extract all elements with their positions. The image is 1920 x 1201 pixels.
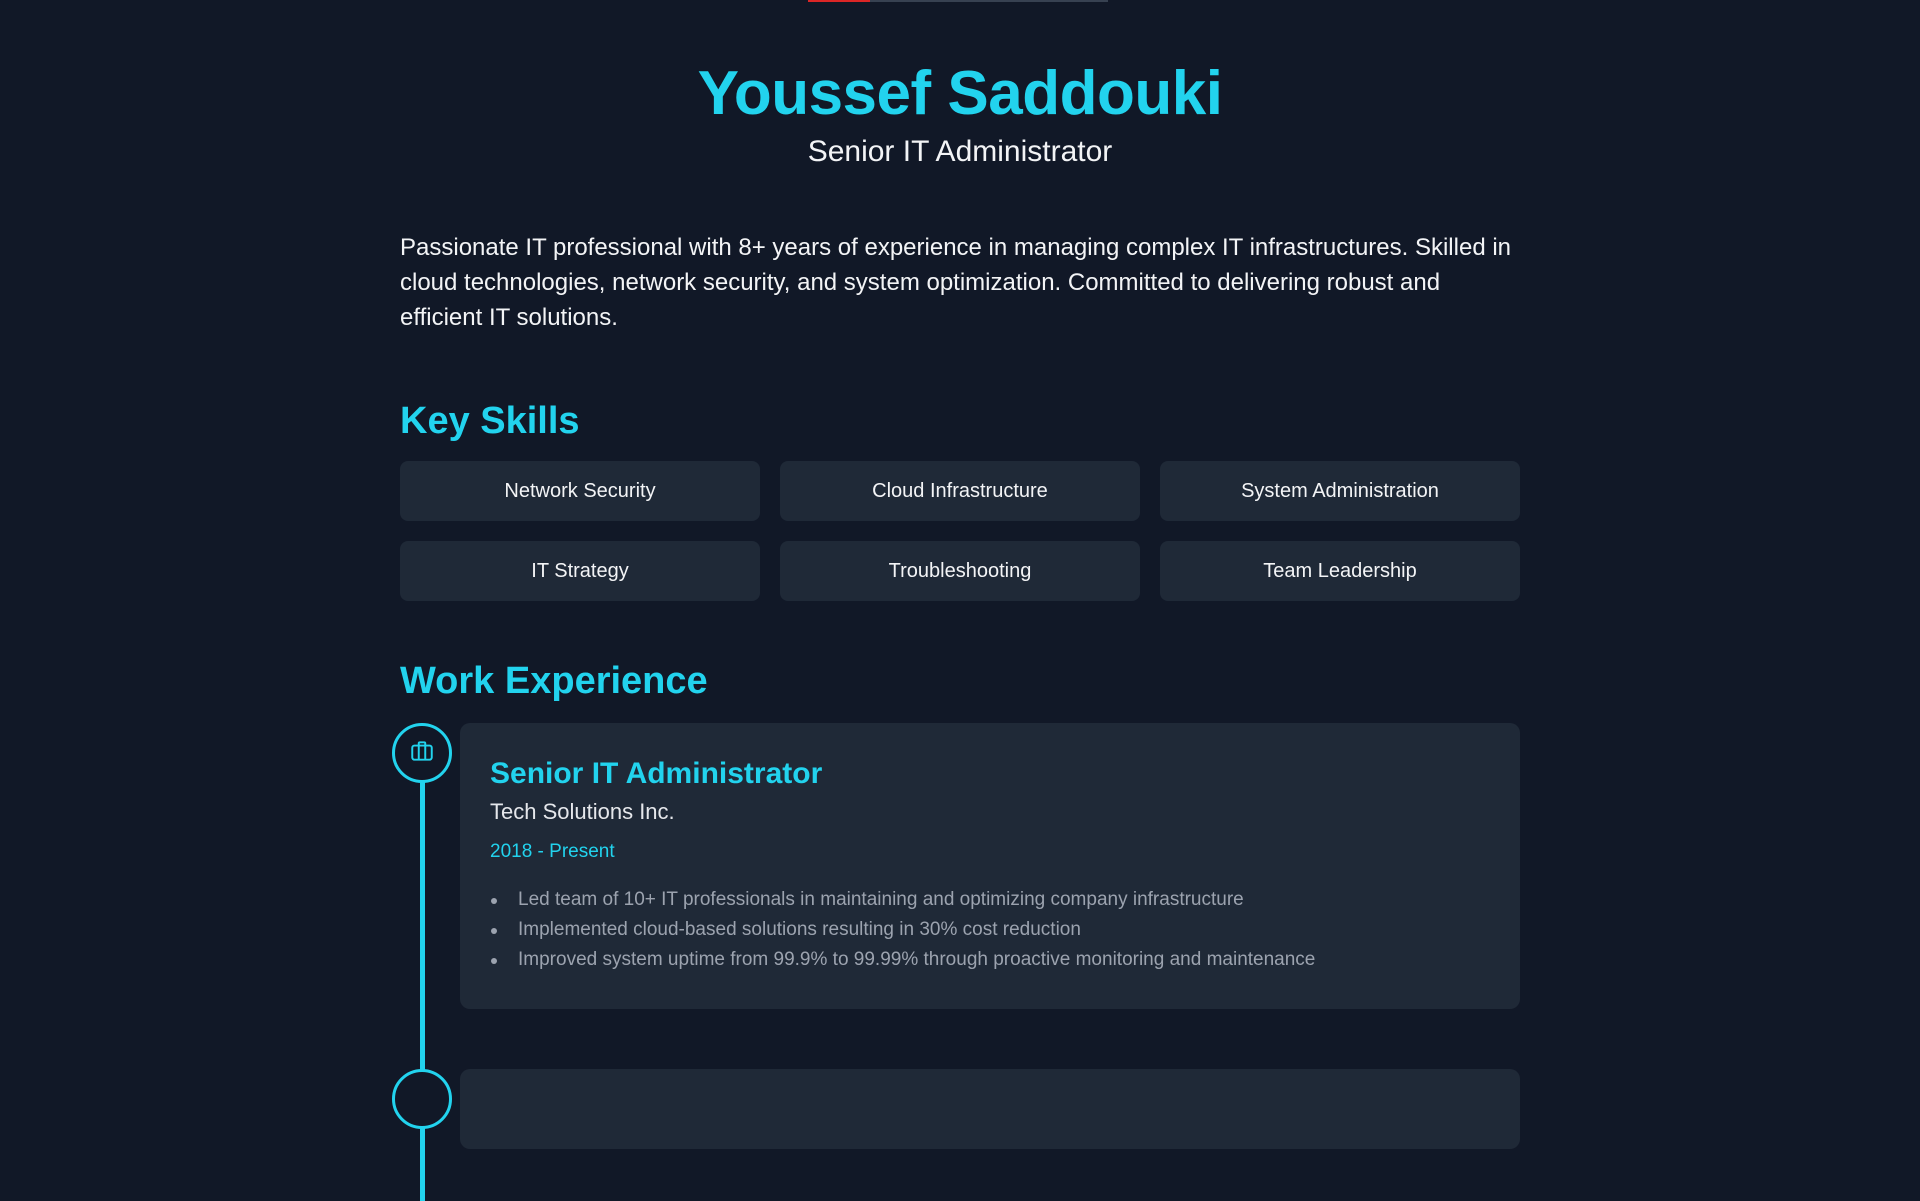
timeline-marker-next (392, 1069, 452, 1129)
person-name: Youssef Saddouki (697, 59, 1223, 128)
briefcase-icon (409, 738, 435, 769)
skill-chip: Team Leadership (1160, 541, 1520, 601)
timeline-line (420, 781, 425, 1201)
work-section-title: Work Experience (400, 660, 708, 702)
skill-chip: IT Strategy (400, 541, 760, 601)
work-timeline: Senior IT Administrator Tech Solutions I… (392, 723, 1520, 1201)
job-achievements: Led team of 10+ IT professionals in main… (490, 885, 1490, 975)
skill-chip: Cloud Infrastructure (780, 461, 1140, 521)
job-card: Senior IT Administrator Tech Solutions I… (460, 723, 1520, 1009)
job-company: Tech Solutions Inc. (490, 799, 675, 824)
achievement-item: Improved system uptime from 99.9% to 99.… (490, 945, 1490, 975)
skill-chip: Network Security (400, 461, 760, 521)
timeline-marker (392, 723, 452, 783)
skills-grid: Network Security Cloud Infrastructure Sy… (400, 461, 1520, 601)
skill-chip: Troubleshooting (780, 541, 1140, 601)
profile-summary: Passionate IT professional with 8+ years… (400, 234, 1512, 331)
job-card-next (460, 1069, 1520, 1149)
skill-chip: System Administration (1160, 461, 1520, 521)
skills-section-title: Key Skills (400, 400, 580, 442)
resume-header: Youssef Saddouki Senior IT Administrator (400, 0, 1520, 172)
achievement-item: Led team of 10+ IT professionals in main… (490, 885, 1490, 915)
resume-page: Youssef Saddouki Senior IT Administrator… (392, 0, 1520, 1201)
job-title: Senior IT Administrator (490, 757, 823, 790)
job-dates: 2018 - Present (490, 841, 615, 862)
achievement-item: Implemented cloud-based solutions result… (490, 915, 1490, 945)
person-role: Senior IT Administrator (807, 135, 1113, 168)
